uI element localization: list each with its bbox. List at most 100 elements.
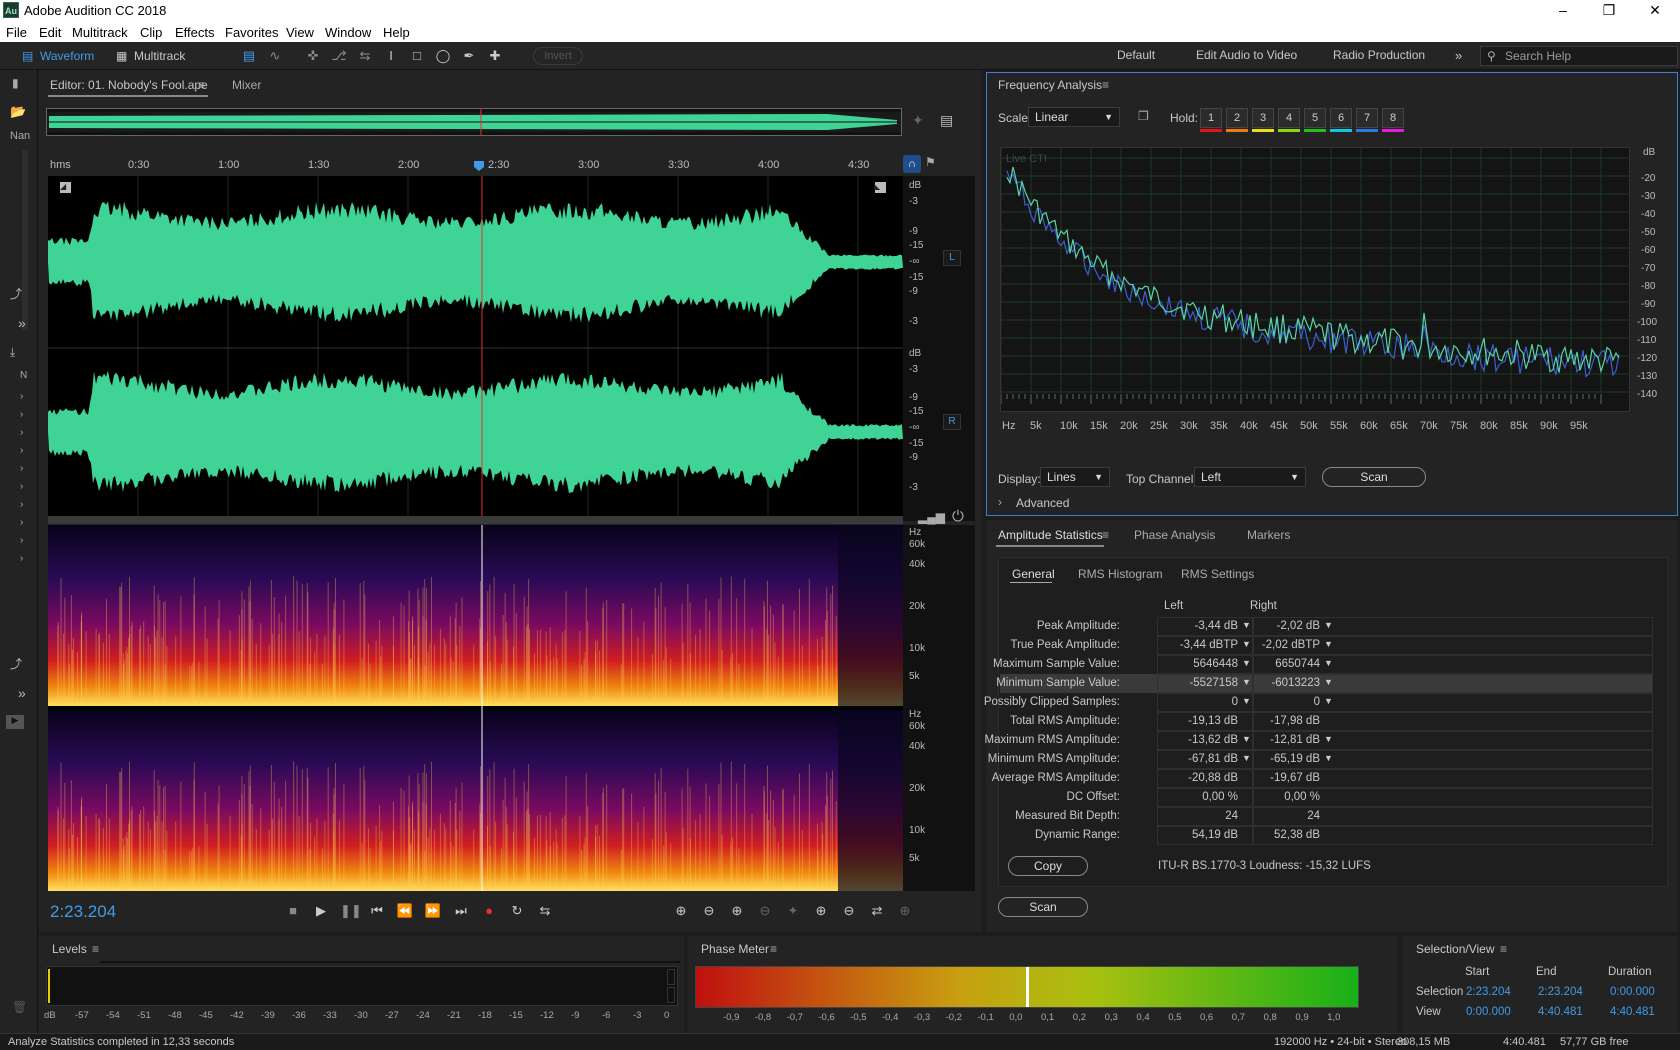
editor-options-icon[interactable]: ▤ <box>940 112 953 129</box>
stat-left-value[interactable]: -13,62 dB <box>1160 734 1238 746</box>
stat-left-value[interactable]: -19,13 dB <box>1160 715 1238 727</box>
phase-menu-icon[interactable]: ≡ <box>770 942 777 956</box>
stat-right-value[interactable]: 6650744 <box>1248 658 1320 670</box>
subtab-rms-settings[interactable]: RMS Settings <box>1181 567 1254 581</box>
zoom-navigator-icon[interactable]: ✦ <box>912 112 924 129</box>
editor-menu-icon[interactable]: ≡ <box>198 78 205 92</box>
menu-help[interactable]: Help <box>383 25 410 40</box>
menu-favorites[interactable]: Favorites <box>225 25 278 40</box>
view-duration[interactable]: 4:40.481 <box>1610 1006 1655 1018</box>
advanced-toggle[interactable]: Advanced <box>1016 496 1069 510</box>
stat-right-value[interactable]: -6013223 <box>1248 677 1320 689</box>
amplitude-scan-button[interactable]: Scan <box>998 897 1088 917</box>
selection-start[interactable]: 2:23.204 <box>1466 986 1511 998</box>
expand-icon-2[interactable]: » <box>18 685 26 701</box>
waveform-overview[interactable] <box>46 108 902 136</box>
tree-chevrons[interactable]: › › › › › › › › › › <box>20 388 23 568</box>
marker-icon[interactable]: ⚑ <box>925 155 936 169</box>
frequency-graph[interactable] <box>1000 147 1630 412</box>
brush-tool-icon[interactable]: ✒ <box>460 47 478 65</box>
stat-right-value[interactable]: -12,81 dB <box>1248 734 1320 746</box>
stat-left-value[interactable]: -3,44 dBTP <box>1160 639 1238 651</box>
locate-marker-icon[interactable]: ▼ <box>1324 639 1333 649</box>
slip-tool-icon[interactable]: ⇆ <box>356 47 374 65</box>
panel-menu-icon[interactable]: ▮ <box>12 76 19 90</box>
spectral-power-icon[interactable]: ⏻ <box>952 508 964 525</box>
waveform-view-icon[interactable]: ▤ <box>240 47 258 65</box>
hold-button-4[interactable]: 4 <box>1278 108 1300 128</box>
restore-icon[interactable]: ❐ <box>1586 0 1632 22</box>
wave-corner-left-icon[interactable]: ◢ <box>60 182 66 191</box>
spot-healing-tool-icon[interactable]: ✚ <box>486 47 504 65</box>
tab-markers[interactable]: Markers <box>1247 528 1290 542</box>
clip-indicator-left[interactable] <box>667 969 675 985</box>
locate-marker-icon[interactable]: ▼ <box>1324 696 1333 706</box>
search-help-input[interactable]: ⚲ Search Help <box>1480 46 1678 66</box>
invert-button[interactable]: Invert <box>533 47 583 65</box>
stat-left-value[interactable]: -3,44 dB <box>1160 620 1238 632</box>
stat-left-value[interactable]: 0,00 % <box>1160 791 1238 803</box>
stat-right-value[interactable]: 24 <box>1248 810 1320 822</box>
menu-multitrack[interactable]: Multitrack <box>72 25 128 40</box>
levels-menu-icon[interactable]: ≡ <box>92 942 99 956</box>
hold-button-2[interactable]: 2 <box>1226 108 1248 128</box>
hold-button-1[interactable]: 1 <box>1200 108 1222 128</box>
subtab-rms-histogram[interactable]: RMS Histogram <box>1078 567 1163 581</box>
hold-button-8[interactable]: 8 <box>1382 108 1404 128</box>
razor-tool-icon[interactable]: ⎇ <box>330 47 348 65</box>
workspace-edit-audio-to-video[interactable]: Edit Audio to Video <box>1196 48 1297 62</box>
locate-marker-icon[interactable]: ▼ <box>1242 696 1251 706</box>
frequency-scan-button[interactable]: Scan <box>1322 467 1426 487</box>
wave-corner-right-icon[interactable]: ◣ <box>874 182 880 191</box>
fast-forward-button[interactable]: ⏩ <box>424 902 442 920</box>
view-start[interactable]: 0:00.000 <box>1466 1006 1511 1018</box>
channel-right-toggle[interactable]: R <box>943 414 961 430</box>
files-scrollbar[interactable] <box>22 150 28 330</box>
stat-right-value[interactable]: 0,00 % <box>1248 791 1320 803</box>
locate-marker-icon[interactable]: ▼ <box>1242 620 1251 630</box>
more-workspaces-icon[interactable]: » <box>1455 48 1462 63</box>
locate-marker-icon[interactable]: ▼ <box>1242 658 1251 668</box>
stat-left-value[interactable]: -20,88 dB <box>1160 772 1238 784</box>
hold-button-6[interactable]: 6 <box>1330 108 1352 128</box>
scale-select[interactable]: Linear ▼ <box>1028 107 1120 127</box>
pause-button[interactable]: ❚❚ <box>340 902 362 920</box>
view-end[interactable]: 4:40.481 <box>1538 1006 1583 1018</box>
locate-marker-icon[interactable]: ▼ <box>1324 734 1333 744</box>
tab-phase-analysis[interactable]: Phase Analysis <box>1134 528 1215 542</box>
frequency-menu-icon[interactable]: ≡ <box>1102 78 1109 92</box>
menu-file[interactable]: File <box>6 25 27 40</box>
close-icon[interactable]: ✕ <box>1632 0 1678 22</box>
locate-marker-icon[interactable]: ▼ <box>1242 677 1251 687</box>
menu-view[interactable]: View <box>286 25 314 40</box>
amplitude-menu-icon[interactable]: ≡ <box>1102 528 1109 542</box>
menu-edit[interactable]: Edit <box>39 25 61 40</box>
display-select[interactable]: Lines ▼ <box>1040 467 1110 487</box>
play-preview-icon[interactable]: ▶ <box>6 715 24 729</box>
insert-icon-2[interactable]: ⤴ <box>10 655 22 672</box>
hold-button-3[interactable]: 3 <box>1252 108 1274 128</box>
go-to-end-button[interactable]: ⏭ <box>452 902 470 920</box>
locate-marker-icon[interactable]: ▼ <box>1324 658 1333 668</box>
locate-marker-icon[interactable]: ▼ <box>1242 753 1251 763</box>
insert-icon[interactable]: ⤴ <box>10 285 22 302</box>
stat-left-value[interactable]: 24 <box>1160 810 1238 822</box>
expand-icon[interactable]: » <box>18 315 26 331</box>
zoom-in-time-icon[interactable]: ⊕ <box>728 902 746 920</box>
spectral-view-icon[interactable]: ∿ <box>266 47 284 65</box>
spectral-display[interactable] <box>48 525 903 891</box>
waveform-tab[interactable]: ▤ Waveform <box>18 46 104 66</box>
locate-marker-icon[interactable]: ▼ <box>1324 753 1333 763</box>
stat-right-value[interactable]: 0 <box>1248 696 1320 708</box>
hold-button-5[interactable]: 5 <box>1304 108 1326 128</box>
stat-left-value[interactable]: 5646448 <box>1160 658 1238 670</box>
workspace-radio-production[interactable]: Radio Production <box>1333 48 1425 62</box>
waveform-display[interactable] <box>48 176 903 521</box>
stop-button[interactable]: ■ <box>284 902 302 920</box>
selection-view-menu-icon[interactable]: ≡ <box>1500 942 1507 956</box>
zoom-out-amplitude-icon[interactable]: ⊖ <box>700 902 718 920</box>
tab-amplitude-statistics[interactable]: Amplitude Statistics <box>998 528 1103 542</box>
spectral-resolution-icon[interactable]: ▂▄▆ <box>918 510 945 524</box>
top-channel-select[interactable]: Left ▼ <box>1194 467 1306 487</box>
subtab-general[interactable]: General <box>1012 567 1055 581</box>
